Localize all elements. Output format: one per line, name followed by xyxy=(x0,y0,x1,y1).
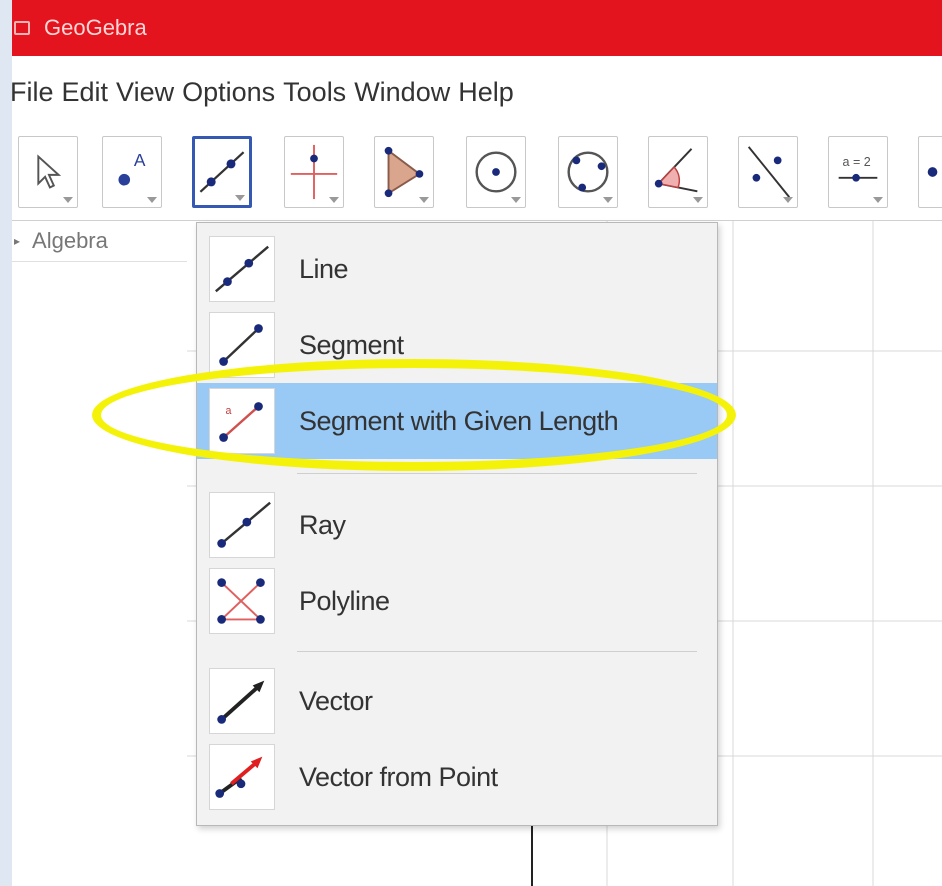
submenu-indicator xyxy=(783,197,793,203)
submenu-indicator xyxy=(511,197,521,203)
reflect-tool-button[interactable] xyxy=(738,136,798,208)
line-tool-button[interactable] xyxy=(192,136,252,208)
dropdown-item-label: Vector xyxy=(299,685,373,716)
line-tools-dropdown: Line Segment a Segment with Given Length… xyxy=(196,222,718,826)
submenu-indicator xyxy=(329,197,339,203)
point-tool-button[interactable]: A xyxy=(102,136,162,208)
vector-from-point-icon xyxy=(209,744,275,810)
dropdown-item-polyline[interactable]: Polyline xyxy=(197,563,717,639)
dropdown-item-label: Segment xyxy=(299,329,404,360)
dropdown-item-label: Vector from Point xyxy=(299,761,498,792)
dropdown-item-segment[interactable]: Segment xyxy=(197,307,717,383)
submenu-indicator xyxy=(873,197,883,203)
app-icon xyxy=(14,21,30,35)
circle-tool-button[interactable] xyxy=(466,136,526,208)
submenu-indicator xyxy=(693,197,703,203)
ray-icon xyxy=(209,492,275,558)
algebra-title: Algebra xyxy=(32,228,108,253)
dropdown-item-vector-from-point[interactable]: Vector from Point xyxy=(197,739,717,815)
dropdown-item-vector[interactable]: Vector xyxy=(197,663,717,739)
polygon-tool-button[interactable] xyxy=(374,136,434,208)
slider-tool-text: a = 2 xyxy=(843,155,871,169)
dropdown-item-label: Segment with Given Length xyxy=(299,405,619,436)
vector-icon xyxy=(209,668,275,734)
dropdown-item-label: Ray xyxy=(299,509,346,540)
dropdown-item-line[interactable]: Line xyxy=(197,231,717,307)
svg-text:A: A xyxy=(134,150,146,170)
move-tool-button[interactable] xyxy=(18,136,78,208)
point-on-object-tool-icon xyxy=(927,167,938,177)
menu-edit[interactable]: Edit xyxy=(62,77,117,108)
segment-with-given-length-icon: a xyxy=(209,388,275,454)
dropdown-item-label: Line xyxy=(299,253,349,284)
perpendicular-line-tool-button[interactable] xyxy=(284,136,344,208)
circle-through-points-tool-button[interactable] xyxy=(558,136,618,208)
dropdown-item-segment-with-given-length[interactable]: a Segment with Given Length xyxy=(197,383,717,459)
polyline-icon xyxy=(209,568,275,634)
menu-help[interactable]: Help xyxy=(458,77,522,108)
next-tool-button[interactable] xyxy=(918,136,942,208)
dropdown-item-label: Polyline xyxy=(299,585,390,616)
submenu-indicator xyxy=(603,197,613,203)
slider-tool-button[interactable]: a = 2 xyxy=(828,136,888,208)
submenu-indicator xyxy=(63,197,73,203)
menu-options[interactable]: Options xyxy=(182,77,283,108)
dropdown-item-ray[interactable]: Ray xyxy=(197,487,717,563)
menu-separator xyxy=(297,651,697,652)
segment-icon xyxy=(209,312,275,378)
menu-view[interactable]: View xyxy=(116,77,182,108)
line-icon xyxy=(209,236,275,302)
menu-bar: File Edit View Options Tools Window Help xyxy=(12,56,942,128)
title-bar: GeoGebra xyxy=(12,0,942,56)
submenu-indicator xyxy=(419,197,429,203)
submenu-indicator xyxy=(147,197,157,203)
submenu-indicator xyxy=(235,195,245,201)
menu-window[interactable]: Window xyxy=(354,77,458,108)
window-title: GeoGebra xyxy=(44,15,147,40)
menu-file[interactable]: File xyxy=(12,77,62,108)
geogebra-window: GeoGebra File Edit View Options Tools Wi… xyxy=(12,0,942,886)
menu-tools[interactable]: Tools xyxy=(283,77,354,108)
expand-arrow-icon[interactable]: ▸ xyxy=(14,234,20,248)
angle-tool-button[interactable] xyxy=(648,136,708,208)
toolbar: A a = 2 xyxy=(12,128,942,221)
svg-text:a: a xyxy=(226,405,232,417)
menu-separator xyxy=(297,473,697,474)
algebra-view-header[interactable]: ▸ Algebra xyxy=(12,221,187,262)
